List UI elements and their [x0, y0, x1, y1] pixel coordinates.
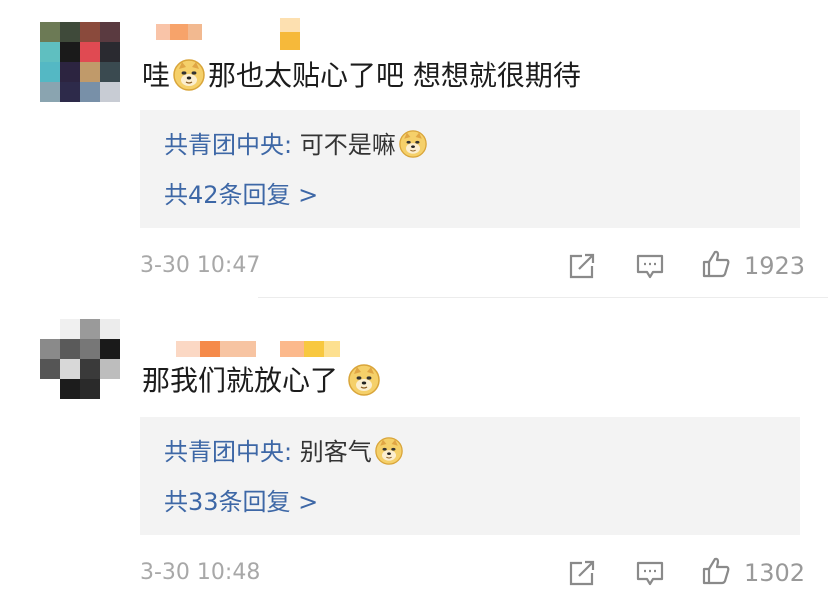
doge-emoji-icon [348, 364, 380, 396]
reply-line: 共青团中央: 可不是嘛 [164, 130, 430, 160]
thumbs-up-icon[interactable] [700, 555, 732, 587]
reply-text: 别客气 [299, 438, 372, 466]
view-replies-link[interactable]: 共33条回复 > [164, 487, 318, 517]
reply-line: 共青团中央: 别客气 [164, 437, 406, 467]
reply-author-link[interactable]: 共青团中央 [164, 131, 284, 159]
reply-preview[interactable]: 共青团中央: 别客气 共33条回复 > [140, 417, 800, 535]
avatar[interactable] [40, 319, 120, 399]
avatar[interactable] [40, 22, 120, 102]
comment-item: 哇那也太贴心了吧 想想就很期待 共青团中央: 可不是嘛 共42条回复 > 3-3… [0, 0, 828, 300]
comment-text: 哇那也太贴心了吧 想想就很期待 [142, 59, 581, 92]
like-count: 1923 [744, 252, 806, 280]
reply-author-link[interactable]: 共青团中央 [164, 438, 284, 466]
comment-text: 那我们就放心了 [142, 363, 383, 399]
doge-emoji-icon [173, 59, 205, 91]
comment-item: 那我们就放心了 共青团中央: 别客气 共33条回复 > 3-30 10:48 1… [0, 305, 828, 603]
comment-icon[interactable] [634, 250, 666, 282]
reply-preview[interactable]: 共青团中央: 可不是嘛 共42条回复 > [140, 110, 800, 228]
like-count: 1302 [744, 559, 806, 587]
view-replies-link[interactable]: 共42条回复 > [164, 180, 318, 210]
doge-emoji-icon [399, 130, 427, 158]
reply-text: 可不是嘛 [299, 131, 396, 159]
timestamp: 3-30 10:47 [140, 253, 261, 278]
forward-icon[interactable] [566, 557, 598, 589]
timestamp: 3-30 10:48 [140, 560, 261, 585]
divider [258, 297, 828, 298]
forward-icon[interactable] [566, 250, 598, 282]
comment-icon[interactable] [634, 557, 666, 589]
thumbs-up-icon[interactable] [700, 248, 732, 280]
doge-emoji-icon [375, 437, 403, 465]
